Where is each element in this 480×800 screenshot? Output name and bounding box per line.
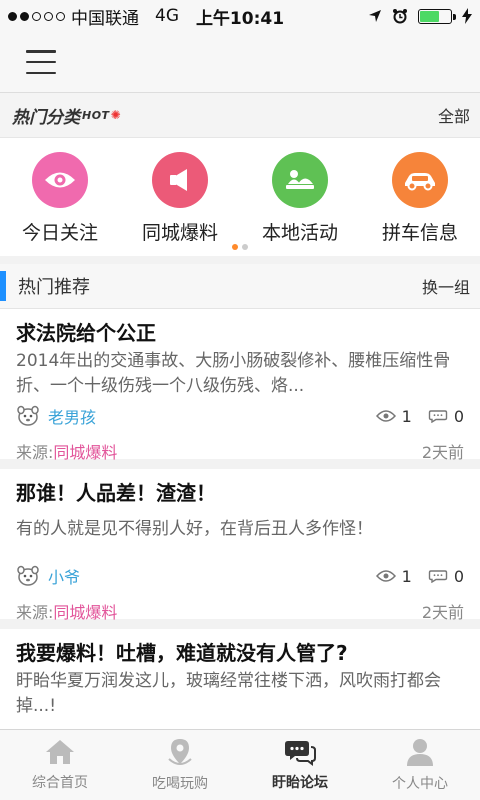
page-dot-active: [232, 244, 238, 250]
post-source-row: 来源:同城爆料 2天前: [16, 593, 464, 629]
tab-profile[interactable]: 个人中心: [360, 730, 480, 800]
post-card[interactable]: 那谁！人品差！渣渣！ 有的人就是见不得别人好，在背后丑人多作怪！ 小爷 1 0 …: [0, 469, 480, 622]
megaphone-icon: [152, 152, 208, 208]
page-dot: [242, 244, 248, 250]
event-icon: [272, 152, 328, 208]
category-carpool[interactable]: 拼车信息: [360, 152, 480, 256]
post-source: 来源:同城爆料: [16, 599, 117, 623]
all-categories-link[interactable]: 全部: [438, 103, 470, 127]
recommend-title-text: 热门推荐: [18, 277, 90, 298]
comment-count: 0: [453, 566, 464, 586]
chat-bubbles-icon: [285, 741, 316, 766]
source-category-link[interactable]: 同城爆料: [53, 603, 117, 622]
recommend-title: 热门推荐: [0, 271, 90, 301]
alarm-icon: [393, 9, 407, 24]
hot-categories-header: 热门分类 HOT ✺ 全部: [0, 93, 480, 138]
comment-icon: [428, 410, 448, 423]
tab-label: 吃喝玩购: [152, 776, 208, 792]
post-source-row: 来源:同城爆料 2天前: [16, 433, 464, 469]
category-local-events[interactable]: 本地活动: [240, 152, 360, 256]
battery-icon: [418, 8, 456, 24]
post-excerpt: 有的人就是见不得别人好，在背后丑人多作怪！: [16, 519, 373, 539]
recommend-header: 热门推荐 换一组: [0, 264, 480, 309]
car-icon: [392, 152, 448, 208]
source-label: 来源:: [16, 443, 54, 462]
signal-strength-icon: [8, 11, 65, 21]
bottom-tab-bar: 综合首页 吃喝玩购 盱眙论坛 个人中心: [0, 729, 480, 800]
eye-icon: [375, 570, 396, 582]
post-time: 2天前: [421, 443, 464, 462]
status-left: 中国联通 4G: [8, 4, 179, 29]
top-nav-bar: [0, 32, 480, 93]
tab-food-shopping[interactable]: 吃喝玩购: [120, 730, 240, 800]
hot-categories-title-text: 热门分类: [12, 107, 80, 128]
category-label: 今日关注: [21, 222, 98, 244]
category-label: 本地活动: [261, 222, 338, 244]
post-excerpt: 盱眙华夏万润发这儿，玻璃经常往楼下洒，风吹雨打都会掉...!: [16, 671, 441, 716]
network-type: 4G: [155, 6, 179, 26]
post-card[interactable]: 我要爆料！吐槽，难道就没有人管了? 盱眙华夏万润发这儿，玻璃经常往楼下洒，风吹雨…: [0, 629, 480, 729]
category-today-focus[interactable]: 今日关注: [0, 152, 120, 256]
refresh-group-button[interactable]: 换一组: [422, 274, 470, 298]
source-label: 来源:: [16, 603, 54, 622]
author-name: 老男孩: [48, 408, 97, 427]
hot-spark-icon: ✺: [110, 108, 121, 122]
status-bar: 中国联通 4G 上午10:41: [0, 0, 480, 32]
post-meta-row: 小爷 1 0: [16, 559, 464, 593]
charging-bolt-icon: [462, 8, 472, 24]
post-stats: 1 0: [375, 566, 464, 586]
hot-tag: HOT: [82, 108, 110, 122]
carousel-page-indicator: [0, 244, 480, 250]
status-right: [368, 8, 472, 24]
eye-icon: [375, 410, 396, 422]
source-category-link[interactable]: 同城爆料: [53, 443, 117, 462]
post-stats: 1 0: [375, 406, 464, 426]
post-author[interactable]: 小爷: [16, 564, 80, 588]
post-title: 那谁！人品差！渣渣！: [16, 481, 216, 505]
hot-categories-title: 热门分类 HOT ✺: [12, 103, 121, 128]
view-count: 1: [401, 406, 412, 426]
post-meta-row: 老男孩 1 0: [16, 399, 464, 433]
post-source: 来源:同城爆料: [16, 439, 117, 463]
tab-label: 综合首页: [32, 775, 88, 791]
comment-count: 0: [453, 406, 464, 426]
comment-icon: [428, 570, 448, 583]
menu-icon[interactable]: [26, 50, 56, 74]
location-arrow-icon: [369, 10, 381, 22]
category-label: 拼车信息: [381, 222, 458, 244]
category-grid: 今日关注 同城爆料 本地活动 拼车信息: [0, 138, 480, 256]
post-title: 求法院给个公正: [16, 321, 156, 345]
section-accent-bar: [0, 271, 6, 301]
avatar: [17, 405, 39, 426]
tab-home[interactable]: 综合首页: [0, 730, 120, 800]
post-excerpt: 2014年出的交通事故、大肠小肠破裂修补、腰椎压缩性骨折、一个十级伤残一个八级伤…: [16, 351, 451, 396]
eye-icon: [32, 152, 88, 208]
category-local-news[interactable]: 同城爆料: [120, 152, 240, 256]
post-time: 2天前: [421, 603, 464, 622]
carrier-name: 中国联通: [71, 8, 139, 29]
tab-label: 盱眙论坛: [272, 775, 328, 791]
tab-forum[interactable]: 盱眙论坛: [240, 730, 360, 800]
post-card[interactable]: 求法院给个公正 2014年出的交通事故、大肠小肠破裂修补、腰椎压缩性骨折、一个十…: [0, 309, 480, 462]
home-icon: [46, 740, 74, 764]
view-count: 1: [401, 566, 412, 586]
status-time: 上午10:41: [195, 8, 285, 29]
category-label: 同城爆料: [141, 222, 218, 244]
avatar: [17, 565, 39, 586]
tab-label: 个人中心: [392, 776, 448, 792]
post-title: 我要爆料！吐槽，难道就没有人管了?: [16, 641, 348, 665]
user-icon: [407, 739, 433, 766]
post-author[interactable]: 老男孩: [16, 404, 96, 428]
location-pin-icon: [168, 739, 192, 765]
author-name: 小爷: [48, 568, 81, 587]
